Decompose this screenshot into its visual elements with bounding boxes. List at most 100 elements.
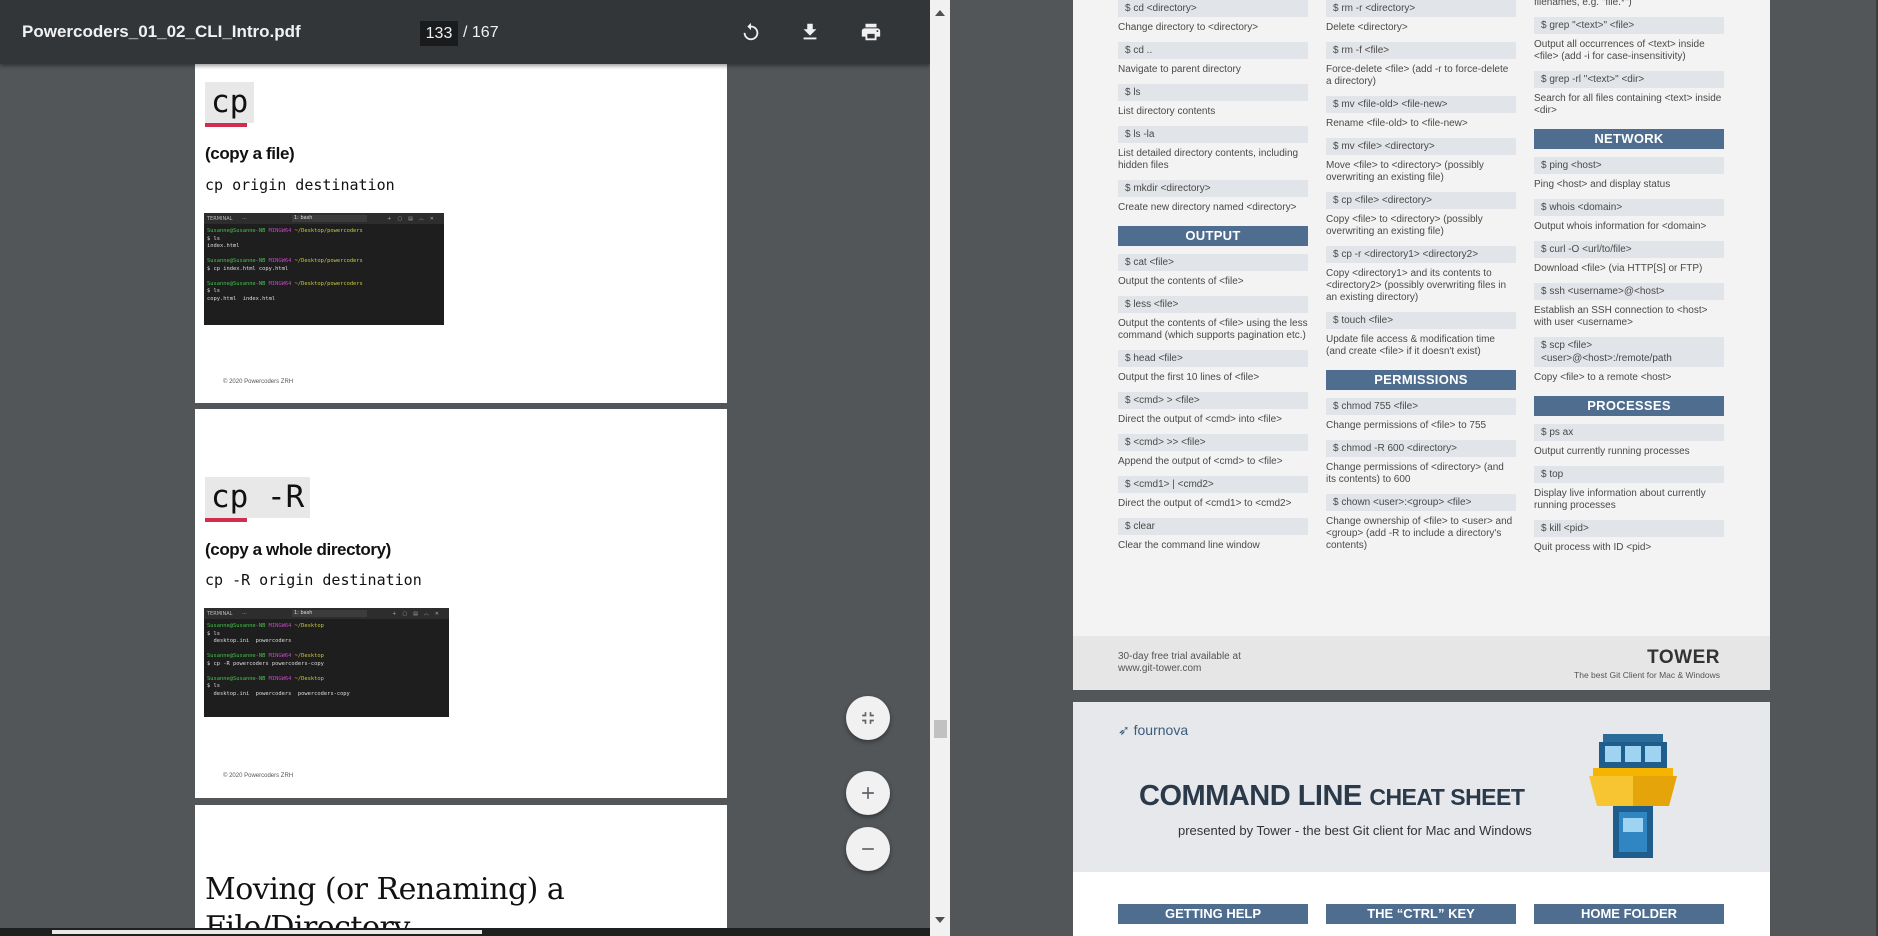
slide-title: cp -R [205, 477, 311, 522]
command-description: Copy <file> to a remote <host> [1534, 372, 1672, 383]
terminal-line: Susanne@Susanne-NB MINGW64 ~/Desktop/pow… [207, 228, 363, 234]
command-box: $ rm -r <directory> [1326, 0, 1516, 17]
command-description: Force-delete <file> (add -r to force-del… [1326, 64, 1509, 87]
command-description: List detailed directory contents, includ… [1118, 148, 1299, 171]
section-getting-help: GETTING HELP [1118, 904, 1308, 924]
bird-icon: ➶ [1118, 722, 1130, 738]
section-header: OUTPUT [1118, 226, 1308, 246]
pdf-page-moving: Moving (or Renaming) a File/Directory [195, 805, 727, 936]
terminal-tabbar: TERMINAL ··· 1: bash +▢▤︿✕ [204, 608, 449, 619]
command-description: Output all occurrences of <text> inside … [1534, 39, 1705, 62]
command-description: Change permissions of <file> to 755 [1326, 420, 1487, 431]
vertical-scrollbar[interactable] [930, 0, 950, 936]
page-number-input[interactable] [420, 21, 458, 46]
command-description: Output currently running processes [1534, 446, 1690, 457]
zoom-in-button[interactable] [846, 771, 890, 815]
command-box: $ cp <file> <directory> [1326, 192, 1516, 209]
terminal-line: $ cp -R powercoders powercoders-copy [207, 660, 324, 667]
command-box: $ <cmd> > <file> [1118, 392, 1308, 409]
zoom-out-button[interactable] [846, 827, 890, 871]
command-description: Rename <file-old> to <file-new> [1326, 118, 1468, 129]
terminal-dots: ··· [242, 611, 247, 617]
tower-tagline: The best Git Client for Mac & Windows [1574, 670, 1720, 680]
section-ctrl-key: THE “CTRL” KEY [1326, 904, 1516, 924]
command-description: Quit process with ID <pid> [1534, 542, 1652, 553]
terminal-label: TERMINAL [207, 216, 233, 222]
trial-text: 30-day free trial available at www.git-to… [1118, 651, 1241, 674]
fournova-logo: ➶ fournova [1118, 722, 1189, 738]
plus-icon [862, 787, 874, 799]
command-description: Change ownership of <file> to <user> and… [1326, 516, 1513, 551]
command-description: Navigate to parent directory [1118, 64, 1241, 75]
command-box: $ mkdir <directory> [1118, 180, 1308, 197]
terminal-controls-icon: +▢▤︿✕ [387, 216, 440, 222]
command-description: Output the first 10 lines of <file> [1118, 372, 1260, 383]
terminal-tabbar: TERMINAL ··· 1: bash +▢▤︿✕ [204, 213, 444, 224]
cheat-sheet-header: ➶ fournova COMMAND LINE CHEAT SHEET pres… [1073, 702, 1770, 872]
tower-logo-icon [1589, 734, 1677, 858]
horizontal-scrollbar[interactable] [0, 928, 930, 936]
minus-icon [862, 848, 874, 850]
command-box: $ ps ax [1534, 424, 1724, 441]
command-box: $ cat <file> [1118, 254, 1308, 271]
terminal-shell-select: 1: bash [292, 215, 367, 222]
section-header: PERMISSIONS [1326, 370, 1516, 390]
terminal-screenshot: TERMINAL ··· 1: bash +▢▤︿✕ Susanne@Susanne-N… [204, 213, 444, 325]
command-box: $ top [1534, 466, 1724, 483]
horizontal-scroll-thumb[interactable] [52, 930, 482, 934]
terminal-line: desktop.ini powercoders [207, 638, 292, 644]
command-description: Copy <file> to <directory> (possibly ove… [1326, 214, 1483, 237]
command-description: Change directory to <directory> [1118, 22, 1259, 33]
terminal-output: Susanne@Susanne-NB MINGW64 ~/Desktop $ ls… [204, 619, 449, 702]
cheat-sheet-footer: 30-day free trial available at www.git-to… [1073, 636, 1770, 690]
scroll-thumb[interactable] [934, 720, 947, 738]
rotate-icon[interactable] [737, 18, 765, 46]
scroll-down-arrow-icon[interactable] [935, 917, 945, 923]
command-box: $ rm -f <file> [1326, 42, 1516, 59]
slide-command: cp origin destination [205, 176, 395, 194]
command-description: Download <file> (via HTTP[S] or FTP) [1534, 263, 1703, 274]
command-description: Search for all files containing <text> i… [1534, 93, 1722, 116]
terminal-line: $ ls [207, 683, 220, 689]
command-box: $ mv <file> <directory> [1326, 138, 1516, 155]
tower-logo: TOWER [1647, 647, 1720, 668]
terminal-line: Susanne@Susanne-NB MINGW64 ~/Desktop [207, 653, 324, 659]
command-box: $ ssh <username>@<host> [1534, 283, 1724, 300]
terminal-line: $ ls [207, 235, 220, 242]
command-description: Copy <directory1> and its contents to <d… [1326, 268, 1507, 303]
command-box: $ curl -O <url/to/file> [1534, 241, 1724, 258]
command-box: $ grep "<text>" <file> [1534, 17, 1724, 34]
terminal-controls-icon: +▢▤︿✕ [392, 611, 445, 617]
command-box: $ ls [1118, 84, 1308, 101]
print-icon[interactable] [857, 18, 885, 46]
terminal-line: copy.html index.html [207, 295, 276, 302]
terminal-line: desktop.ini powercoders powercoders-copy [207, 690, 350, 697]
command-box: $ less <file> [1118, 296, 1308, 313]
command-box: $ kill <pid> [1534, 520, 1724, 537]
pdf-page-cp: cp (copy a file) cp origin destination T… [195, 64, 727, 403]
command-description: Move <file> to <directory> (possibly ove… [1326, 160, 1484, 183]
terminal-label: TERMINAL [207, 611, 233, 617]
command-description: Delete <directory> [1326, 22, 1408, 33]
command-box: $ whois <domain> [1534, 199, 1724, 216]
fit-icon [862, 712, 874, 724]
scroll-up-arrow-icon[interactable] [935, 10, 945, 16]
terminal-line: $ ls [207, 630, 220, 637]
command-box: $ chmod -R 600 <directory> [1326, 440, 1516, 457]
command-box: $ cp -r <directory1> <directory2> [1326, 246, 1516, 263]
command-description: Direct the output of <cmd1> to <cmd2> [1118, 498, 1292, 509]
download-icon[interactable] [796, 18, 824, 46]
command-description: Create new directory named <directory> [1118, 202, 1297, 213]
pdf-page-cp-r: cp -R (copy a whole directory) cp -R ori… [195, 409, 727, 798]
command-description: filenames, e.g. "file.*") [1534, 0, 1632, 8]
command-box: $ mv <file-old> <file-new> [1326, 96, 1516, 113]
slide-footer: © 2020 Powercoders ZRH [223, 379, 294, 385]
command-box: $ chmod 755 <file> [1326, 398, 1516, 415]
cheat-column-2: $ rm -r <directory> Delete <directory> $ r… [1326, 0, 1516, 552]
fit-page-button[interactable] [846, 696, 890, 740]
slide-subhead: (copy a file) [205, 144, 295, 163]
